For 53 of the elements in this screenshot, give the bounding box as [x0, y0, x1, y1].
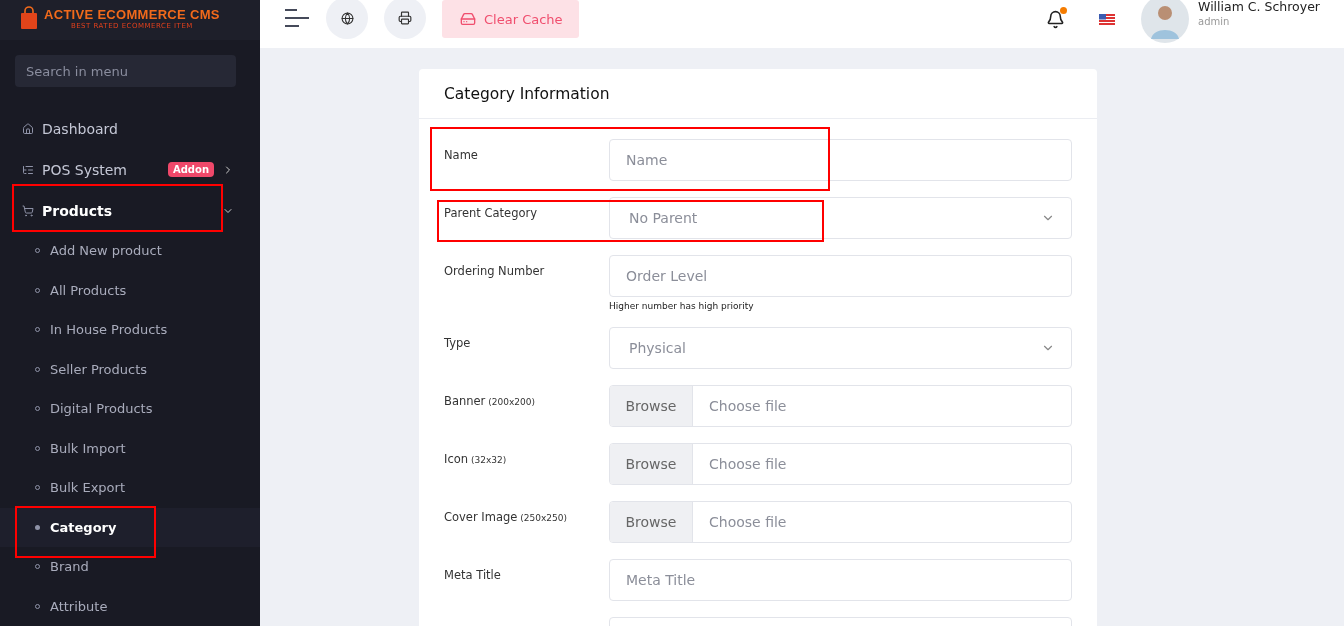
search-field[interactable]: Search in menu	[15, 55, 236, 87]
browse-button[interactable]: Browse	[610, 444, 693, 484]
list-icon	[22, 163, 34, 176]
user-name: William C. Schroyer	[1198, 0, 1320, 14]
printer-icon	[398, 11, 412, 25]
submenu-item[interactable]: Bulk Import	[0, 428, 260, 468]
file-placeholder: Choose file	[708, 398, 787, 414]
menu-item[interactable]: Products	[0, 190, 260, 231]
text-field[interactable]: Name	[609, 139, 1072, 181]
submenu-item[interactable]: Attribute	[0, 586, 260, 626]
submenu-item[interactable]: Seller Products	[0, 349, 260, 389]
field-label: Icon (32x32)	[444, 451, 508, 468]
brand-title: ACTIVE ECOMMERCE CMS	[44, 6, 220, 22]
submenu-item[interactable]: Bulk Export	[0, 468, 260, 508]
text-field[interactable]: Order Level	[609, 255, 1072, 297]
menu-icon[interactable]	[284, 8, 310, 28]
file-field[interactable]: Browse Choose file	[609, 501, 1072, 543]
file-field[interactable]: Browse Choose file	[609, 385, 1072, 427]
globe-icon	[340, 11, 354, 25]
browse-button[interactable]: Browse	[610, 386, 693, 426]
avatar[interactable]	[1141, 0, 1190, 43]
globe-button[interactable]	[326, 0, 368, 39]
shopping-bag-icon	[20, 6, 38, 31]
field-label: Cover Image (250x250)	[444, 509, 568, 526]
file-field[interactable]: Browse Choose file	[609, 443, 1072, 485]
file-placeholder: Choose file	[708, 514, 787, 530]
file-placeholder: Choose file	[708, 456, 787, 472]
field-label: Parent Category	[444, 205, 538, 222]
text-field[interactable]: Meta Title	[609, 559, 1072, 601]
submenu-item[interactable]: All Products	[0, 270, 260, 310]
card-title: Category Information	[444, 84, 610, 103]
field-hint: Higher number has high priority	[609, 301, 755, 311]
browse-button[interactable]: Browse	[610, 502, 693, 542]
drive-icon	[460, 11, 476, 27]
field-label: Banner (200x200)	[444, 393, 536, 410]
field-label: Type	[444, 335, 472, 352]
flag-icon[interactable]	[1099, 13, 1116, 25]
cart-icon	[22, 204, 34, 217]
print-button[interactable]	[384, 0, 426, 39]
field-label: Name	[444, 147, 479, 164]
submenu-item[interactable]: Brand	[0, 547, 260, 587]
addon-badge: Addon	[167, 162, 214, 177]
submenu-item[interactable]: In House Products	[0, 310, 260, 350]
field-label: Ordering Number	[444, 263, 546, 280]
home-icon	[22, 122, 34, 135]
bell-icon[interactable]	[1046, 9, 1066, 29]
submenu-item[interactable]: Add New product	[0, 231, 260, 271]
menu-item[interactable]: POS System Addon	[0, 149, 260, 190]
menu-item[interactable]: Dashboard	[0, 108, 260, 149]
submenu-item[interactable]: Digital Products	[0, 389, 260, 429]
field-label: Meta Title	[444, 567, 502, 584]
submenu-item[interactable]: Category	[0, 507, 260, 547]
user-role: admin	[1198, 16, 1231, 27]
